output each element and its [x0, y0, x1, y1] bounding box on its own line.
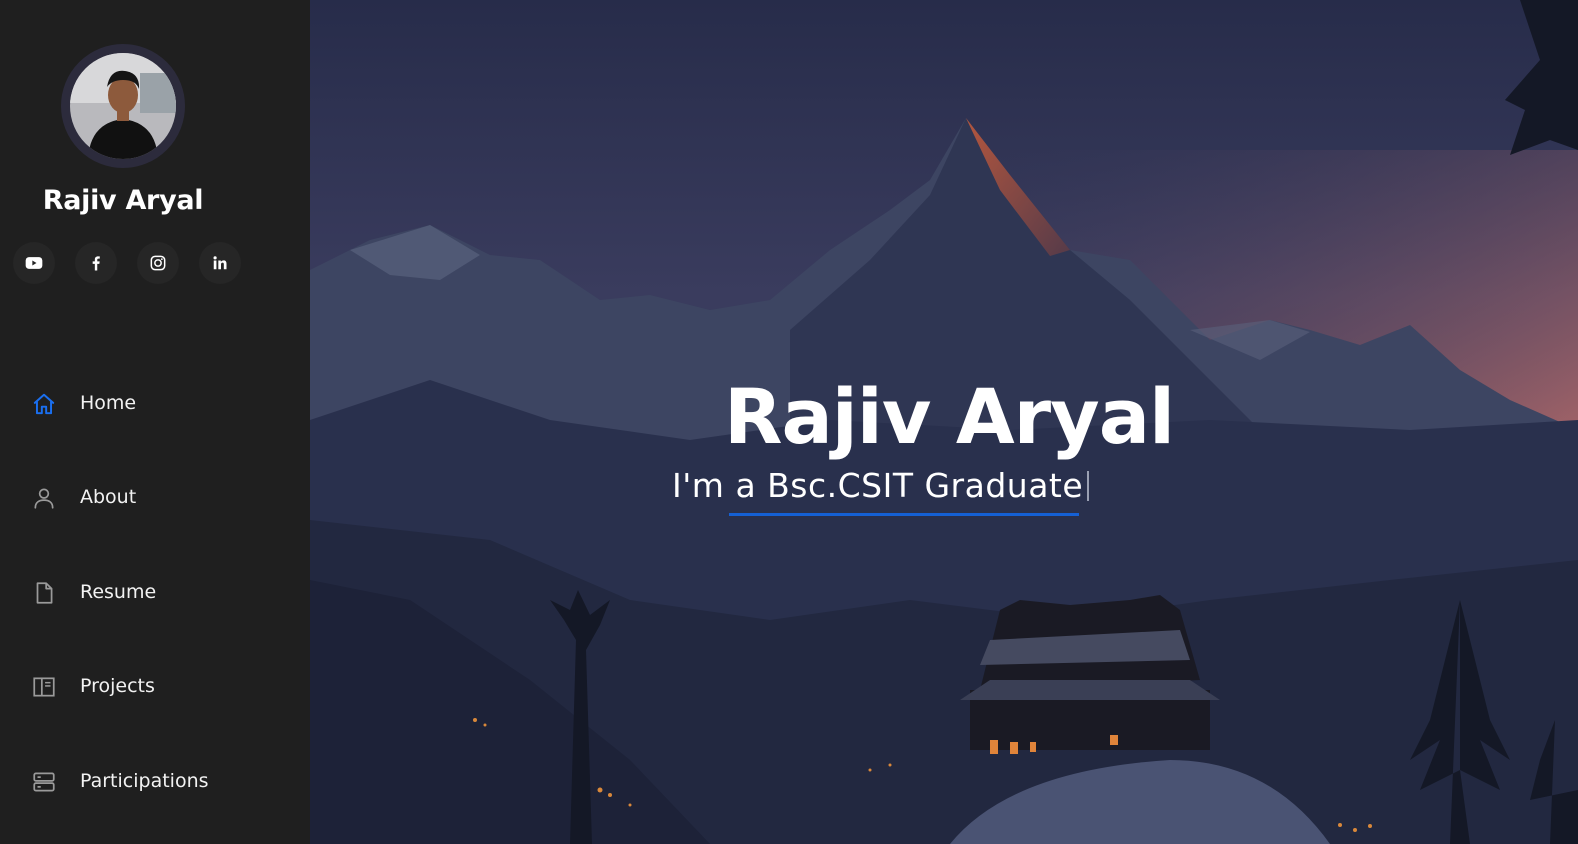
linkedin-icon [213, 256, 227, 270]
nav-item-resume[interactable]: Resume [0, 568, 310, 618]
youtube-icon [25, 257, 43, 269]
nav-label-home: Home [80, 392, 137, 414]
nav-label-about: About [80, 486, 137, 508]
linkedin-button[interactable] [199, 242, 241, 284]
avatar-photo [70, 53, 176, 159]
hero-section: Rajiv Aryal I'm a Bsc.CSIT Graduate [310, 0, 1578, 844]
profile-name: Rajiv Aryal [42, 185, 204, 216]
avatar [61, 44, 185, 168]
nav-item-participations[interactable]: Participations [0, 757, 310, 807]
subtitle-underline [729, 513, 1079, 516]
nav-label-projects: Projects [80, 675, 155, 697]
nav-item-home[interactable]: Home [0, 379, 310, 429]
file-icon [36, 582, 53, 604]
book-icon [33, 677, 55, 697]
server-icon [33, 772, 55, 792]
typing-cursor [1087, 471, 1090, 501]
nav-label-resume: Resume [80, 581, 157, 603]
instagram-button[interactable] [137, 242, 179, 284]
youtube-button[interactable] [13, 242, 55, 284]
hero-title: Rajiv Aryal [723, 372, 1175, 461]
facebook-button[interactable] [75, 242, 117, 284]
nav-label-participations: Participations [80, 770, 209, 792]
sidebar: Rajiv Aryal Home About Resume Projects P… [0, 0, 310, 844]
person-icon [34, 488, 54, 509]
nav-item-about[interactable]: About [0, 473, 310, 523]
facebook-icon [92, 256, 100, 271]
instagram-icon [150, 255, 166, 271]
hero-subtitle-container: I'm a Bsc.CSIT Graduate [672, 466, 1090, 508]
hero-subtitle: I'm a Bsc.CSIT Graduate [672, 466, 1084, 505]
nav-item-projects[interactable]: Projects [0, 662, 310, 712]
home-icon [33, 393, 55, 415]
